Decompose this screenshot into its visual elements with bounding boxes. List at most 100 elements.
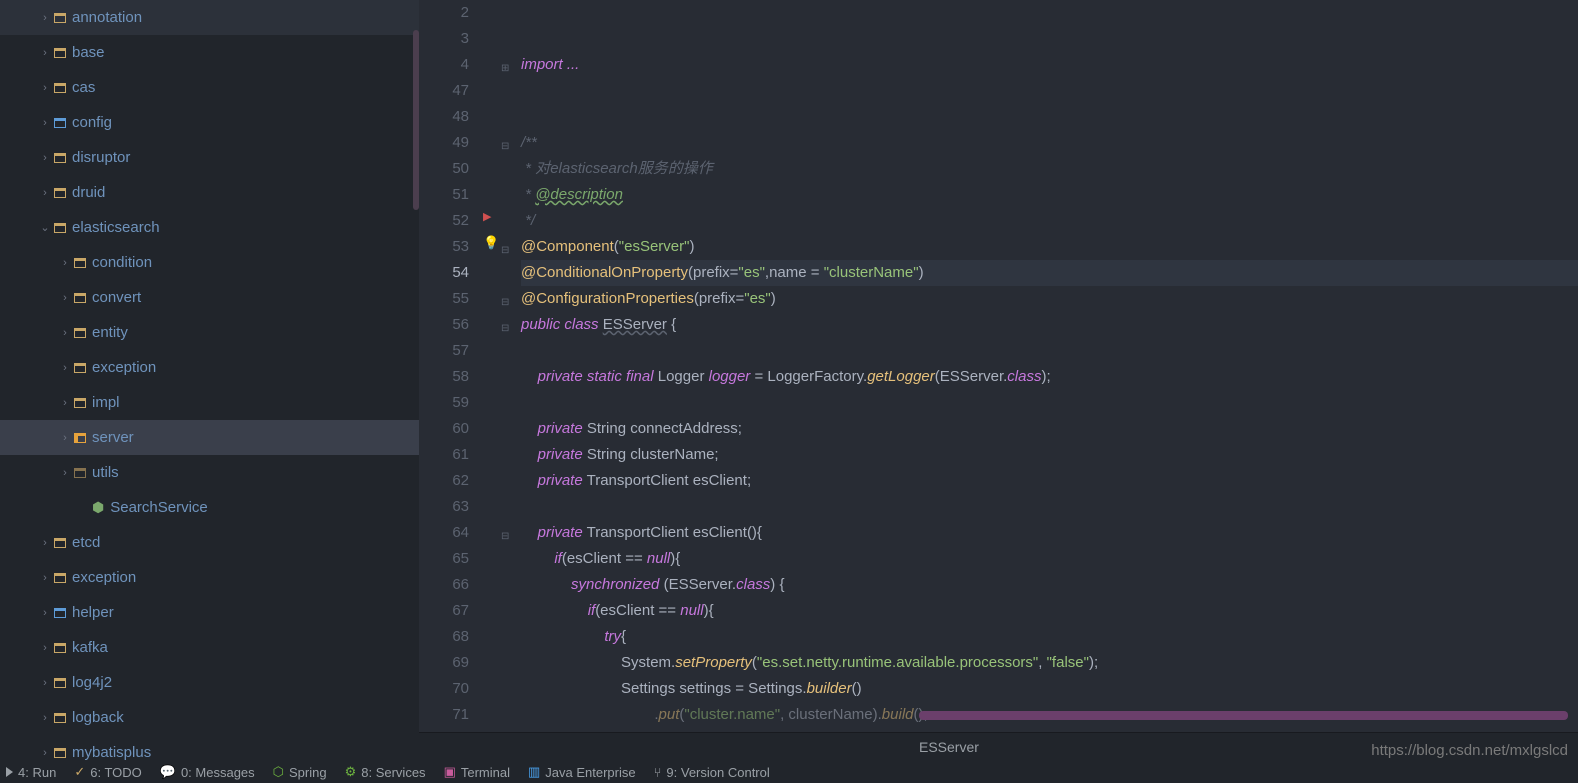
- folder-icon: [54, 48, 66, 58]
- fold-minus-icon: ⊟: [501, 238, 509, 264]
- tree-item-disruptor[interactable]: ›disruptor: [0, 140, 419, 175]
- tree-item-etcd[interactable]: ›etcd: [0, 525, 419, 560]
- chevron-icon: ›: [36, 82, 54, 94]
- tree-item-elasticsearch[interactable]: ⌄elasticsearch: [0, 210, 419, 245]
- terminal-icon: ▣: [444, 764, 456, 780]
- tree-item-kafka[interactable]: ›kafka: [0, 630, 419, 665]
- tree-item-impl[interactable]: › impl: [0, 385, 419, 420]
- fold-plus-icon: ⊞: [501, 56, 509, 82]
- tree-item-label: SearchService: [110, 499, 208, 516]
- tool-run[interactable]: 4: Run: [6, 765, 56, 780]
- folder-icon: [74, 258, 86, 268]
- chevron-icon: ›: [36, 712, 54, 724]
- watermark-text: https://blog.csdn.net/mxlgslcd: [1371, 742, 1568, 759]
- tool-terminal[interactable]: ▣Terminal: [444, 764, 510, 780]
- line-number: 63: [419, 494, 469, 520]
- tree-item-condition[interactable]: ›condition: [0, 245, 419, 280]
- line-number: 57: [419, 338, 469, 364]
- tree-item-label: log4j2: [72, 674, 112, 691]
- tool-version-control[interactable]: ⑂9: Version Control: [654, 765, 770, 780]
- tree-item-druid[interactable]: ›druid: [0, 175, 419, 210]
- chevron-icon: ›: [56, 467, 74, 479]
- tree-item-label: server: [92, 429, 134, 446]
- chevron-icon: ›: [36, 677, 54, 689]
- tree-item-label: condition: [92, 254, 152, 271]
- javaee-icon: ▥: [528, 764, 540, 780]
- tree-item-label: exception: [72, 569, 136, 586]
- tree-item-label: mybatisplus: [72, 744, 151, 760]
- line-number: 71: [419, 702, 469, 728]
- line-number: 66: [419, 572, 469, 598]
- chevron-icon: ›: [36, 152, 54, 164]
- folder-icon: [74, 363, 86, 373]
- breadcrumb-item[interactable]: ESServer: [919, 739, 979, 755]
- line-number: 70: [419, 676, 469, 702]
- project-tree[interactable]: ›annotation›base›cas›config›disruptor›dr…: [0, 0, 419, 760]
- tree-item-utils[interactable]: ›utils: [0, 455, 419, 490]
- line-number: 59: [419, 390, 469, 416]
- tree-item-cas[interactable]: ›cas: [0, 70, 419, 105]
- tool-java-ee[interactable]: ▥Java Enterprise: [528, 764, 636, 780]
- line-number: 4: [419, 52, 469, 78]
- line-number: 61: [419, 442, 469, 468]
- code-editor[interactable]: 2344748495051525354555657585960616263646…: [419, 0, 1578, 760]
- line-number-gutter: 2344748495051525354555657585960616263646…: [419, 0, 481, 732]
- tree-item-convert[interactable]: ›convert: [0, 280, 419, 315]
- chevron-icon: ›: [56, 397, 74, 409]
- tree-item-label: elasticsearch: [72, 219, 160, 236]
- tool-window-bar[interactable]: 4: Run ✓6: TODO 💬0: Messages ⬡Spring ⚙8:…: [0, 761, 1578, 783]
- tree-item-label: impl: [92, 394, 120, 411]
- chevron-icon: ›: [36, 747, 54, 759]
- folder-icon: [54, 748, 66, 758]
- chevron-icon: ›: [56, 327, 74, 339]
- tree-item-label: helper: [72, 604, 114, 621]
- chevron-icon: ›: [56, 362, 74, 374]
- chevron-icon: ›: [36, 572, 54, 584]
- tool-services[interactable]: ⚙8: Services: [345, 764, 426, 780]
- fold-gutter[interactable]: ⊞ ⊟ ⊟ ⊟ ⊟ ⊟: [499, 0, 517, 732]
- tree-item-base[interactable]: ›base: [0, 35, 419, 70]
- play-icon: [6, 767, 13, 777]
- tree-item-logback[interactable]: ›logback: [0, 700, 419, 735]
- tree-item-mybatisplus[interactable]: › mybatisplus: [0, 735, 419, 760]
- breakpoint-arrow-icon: ▶: [483, 204, 491, 230]
- line-number: 62: [419, 468, 469, 494]
- tool-spring[interactable]: ⬡Spring: [273, 764, 327, 780]
- line-number: 51: [419, 182, 469, 208]
- chevron-icon: ›: [56, 432, 74, 444]
- line-number: 3: [419, 26, 469, 52]
- tree-item-label: config: [72, 114, 112, 131]
- chevron-icon: ›: [36, 642, 54, 654]
- tree-item-helper[interactable]: ›helper: [0, 595, 419, 630]
- tree-item-server[interactable]: › server: [0, 420, 419, 455]
- folder-icon: [54, 223, 66, 233]
- fold-minus-icon: ⊟: [501, 134, 509, 160]
- tool-messages[interactable]: 💬0: Messages: [160, 764, 255, 780]
- tree-item-searchservice[interactable]: ⬢ SearchService: [0, 490, 419, 525]
- horizontal-scrollbar[interactable]: [919, 711, 1568, 720]
- current-line: @ConditionalOnProperty(prefix="es",name …: [521, 260, 1578, 286]
- folder-icon: ⬢: [92, 499, 104, 516]
- tool-todo[interactable]: ✓6: TODO: [74, 764, 141, 780]
- tree-item-label: entity: [92, 324, 128, 341]
- line-number: 58: [419, 364, 469, 390]
- fold-minus-icon: ⊟: [501, 316, 509, 342]
- tree-item-entity[interactable]: › entity: [0, 315, 419, 350]
- tree-item-log4j2[interactable]: › log4j2: [0, 665, 419, 700]
- code-body[interactable]: import ... /** * 对elasticsearch服务的操作 * @…: [517, 0, 1578, 732]
- folder-icon: [74, 398, 86, 408]
- tree-item-label: exception: [92, 359, 156, 376]
- message-icon: 💬: [160, 764, 176, 780]
- tree-item-exception[interactable]: › exception: [0, 560, 419, 595]
- folder-icon: [74, 328, 86, 338]
- tree-item-label: etcd: [72, 534, 100, 551]
- tree-item-exception[interactable]: › exception: [0, 350, 419, 385]
- line-number: 49: [419, 130, 469, 156]
- line-number: 64: [419, 520, 469, 546]
- folder-icon: [54, 678, 66, 688]
- lightbulb-icon[interactable]: 💡: [483, 230, 499, 256]
- tree-item-annotation[interactable]: ›annotation: [0, 0, 419, 35]
- folder-icon: [54, 608, 66, 618]
- tree-item-config[interactable]: ›config: [0, 105, 419, 140]
- breakpoint-gutter[interactable]: ▶ 💡: [481, 0, 499, 732]
